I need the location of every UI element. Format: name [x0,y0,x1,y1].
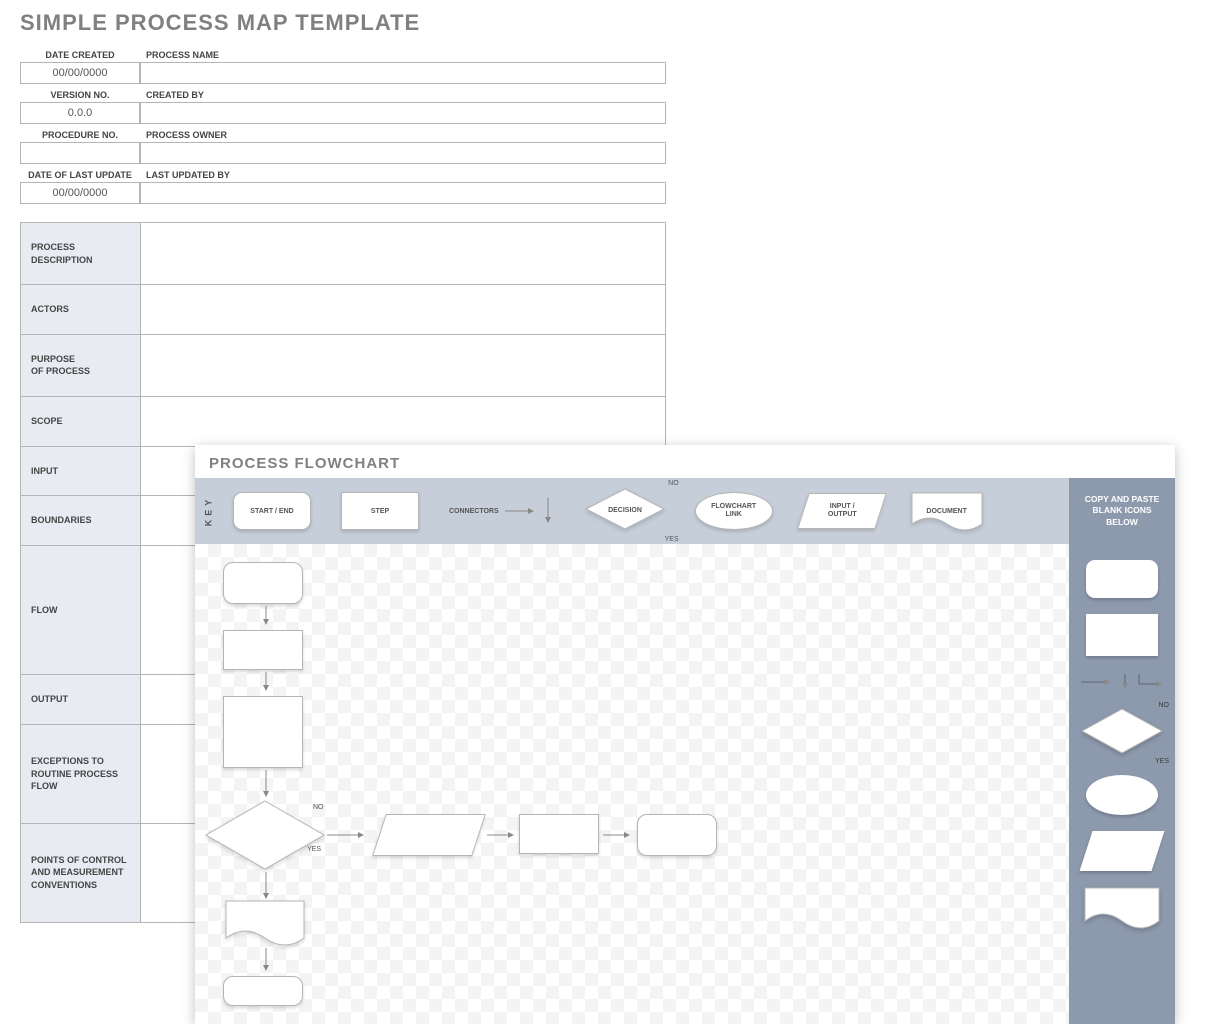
canvas-end-shape[interactable] [637,814,717,856]
desc-label: POINTS OF CONTROLAND MEASUREMENTCONVENTI… [31,854,127,892]
arrow-down-icon [541,496,555,526]
palette-diamond-icon[interactable] [1081,708,1163,754]
key-decision-no: NO [668,480,679,487]
arrow-down-icon [259,770,273,800]
desc-label: INPUT [31,465,58,478]
canvas-step-shape[interactable] [519,814,599,854]
key-document-icon: DOCUMENT [911,492,983,530]
svg-text:DECISION: DECISION [608,507,642,514]
label-date-last-update: DATE OF LAST UPDATE [20,166,140,182]
arrow-down-icon [259,948,273,974]
desc-value[interactable] [141,223,665,284]
shape-palette: NO YES [1069,544,1175,1024]
canvas-step-shape[interactable] [223,696,303,768]
arrow-down-icon [259,672,273,694]
desc-label: ACTORS [31,303,69,316]
label-procedure-no: PROCEDURE NO. [20,126,140,142]
canvas-decision-shape[interactable] [205,800,325,870]
canvas-decision-yes: YES [307,846,321,853]
label-process-name: PROCESS NAME [140,46,666,62]
flowchart-panel: PROCESS FLOWCHART KEY START / END STEP C… [195,445,1175,1024]
field-procedure-no[interactable] [20,142,140,164]
diamond-icon: DECISION [585,488,665,530]
key-label: KEY [203,496,213,527]
desc-value[interactable] [141,335,665,396]
key-connectors-label: CONNECTORS [449,508,499,515]
label-created-by: CREATED BY [140,86,666,102]
key-decision-yes: YES [665,536,679,543]
key-input-output-icon: INPUT / OUTPUT [797,493,887,529]
desc-label: OUTPUT [31,693,68,706]
page-title: SIMPLE PROCESS MAP TEMPLATE [20,10,1198,36]
key-connectors: CONNECTORS [449,496,555,526]
canvas-step-shape[interactable] [223,630,303,670]
field-process-name[interactable] [140,62,666,84]
arrow-down-icon [259,606,273,628]
metadata-grid: DATE CREATED PROCESS NAME 00/00/0000 VER… [20,46,666,204]
label-process-owner: PROCESS OWNER [140,126,666,142]
palette-oval-icon[interactable] [1086,775,1158,815]
arrow-right-icon [603,828,633,842]
palette-rounded-rect-icon[interactable] [1086,560,1158,598]
key-step-icon: STEP [341,492,419,530]
palette-rect-icon[interactable] [1086,614,1158,656]
key-decision: DECISION NO YES [585,488,665,535]
field-date-last-update[interactable]: 00/00/0000 [20,182,140,204]
palette-connectors-icon[interactable] [1079,672,1165,692]
palette-document-icon[interactable] [1084,887,1160,933]
canvas-start-shape[interactable] [223,562,303,604]
canvas-decision-no: NO [313,804,324,811]
key-start-end-icon: START / END [233,492,311,530]
label-date-created: DATE CREATED [20,46,140,62]
canvas-io-shape[interactable] [372,814,486,856]
arrow-down-icon [259,872,273,902]
label-last-updated-by: LAST UPDATED BY [140,166,666,182]
arrow-right-icon [487,828,517,842]
flowchart-key-strip: KEY START / END STEP CONNECTORS DECISION… [195,478,1175,544]
desc-label: SCOPE [31,415,63,428]
field-last-updated-by[interactable] [140,182,666,204]
flowchart-title: PROCESS FLOWCHART [195,445,1175,478]
flowchart-canvas[interactable]: NO YES [195,544,1069,1024]
field-version-no[interactable]: 0.0.0 [20,102,140,124]
desc-label: BOUNDARIES [31,514,92,527]
canvas-end-shape[interactable] [223,976,303,1006]
desc-label: PURPOSEOF PROCESS [31,353,90,378]
canvas-document-shape[interactable] [225,900,305,950]
palette-diamond-no: NO [1159,702,1170,709]
arrow-right-icon [503,504,537,518]
desc-value[interactable] [141,397,665,446]
field-created-by[interactable] [140,102,666,124]
copy-paste-header: COPY AND PASTE BLANK ICONS BELOW [1069,478,1175,544]
label-version-no: VERSION NO. [20,86,140,102]
field-process-owner[interactable] [140,142,666,164]
field-date-created[interactable]: 00/00/0000 [20,62,140,84]
key-flowchart-link-icon: FLOWCHART LINK [695,492,773,530]
desc-label: PROCESSDESCRIPTION [31,241,93,266]
palette-parallelogram-icon[interactable] [1080,831,1165,871]
desc-value[interactable] [141,285,665,334]
desc-label: FLOW [31,604,58,617]
desc-label: EXCEPTIONS TOROUTINE PROCESS FLOW [31,755,130,793]
palette-diamond-yes: YES [1155,758,1169,765]
arrow-right-icon [327,828,367,842]
